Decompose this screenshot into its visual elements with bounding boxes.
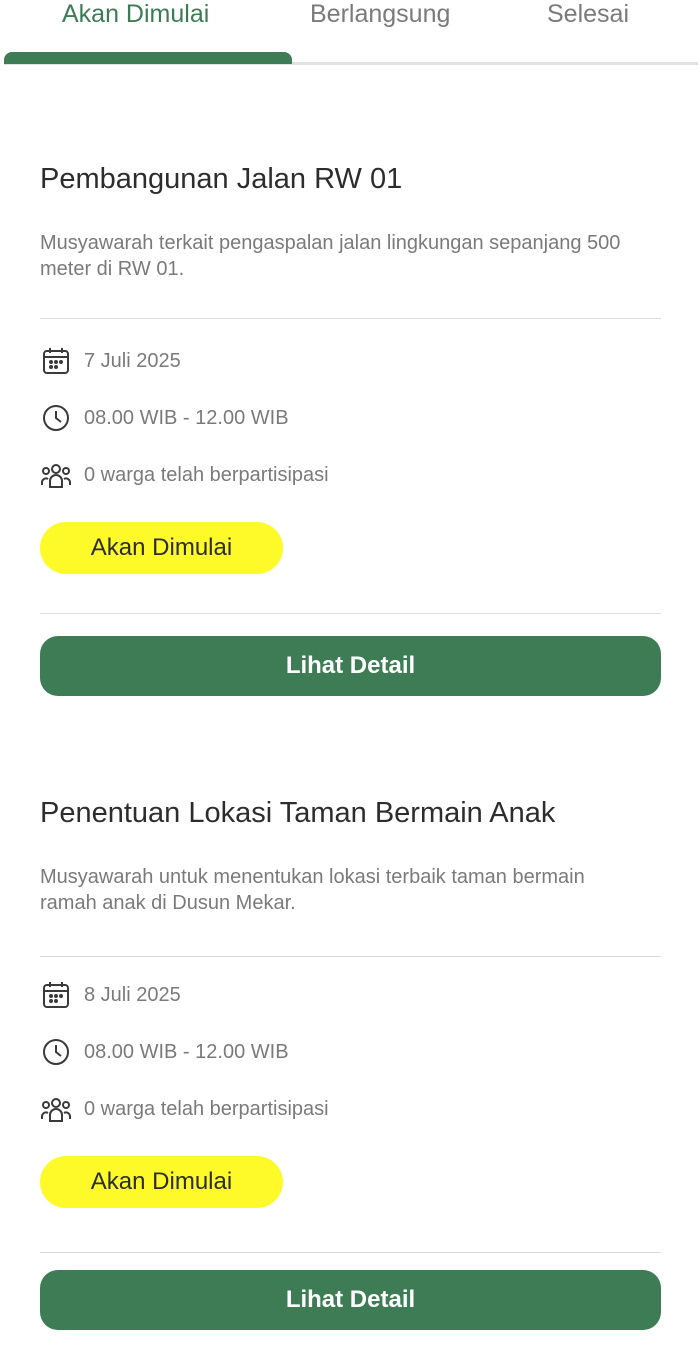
divider	[40, 956, 661, 957]
divider	[40, 613, 661, 614]
event-description: Musyawarah untuk menentukan lokasi terba…	[40, 866, 585, 914]
event-date: 8 Juli 2025	[84, 983, 181, 1006]
event-time: 08.00 WIB - 12.00 WIB	[84, 406, 289, 429]
status-badge: Akan Dimulai	[40, 522, 283, 574]
tab-berlangsung[interactable]: Berlangsung	[310, 0, 450, 34]
event-participants-row: 0 warga telah berpartisipasi	[40, 458, 329, 492]
active-tab-indicator	[4, 52, 292, 64]
participants-count: 0 warga telah berpartisipasi	[84, 1097, 329, 1120]
event-time-row: 08.00 WIB - 12.00 WIB	[40, 1035, 289, 1069]
status-badge: Akan Dimulai	[40, 1156, 283, 1208]
event-description: Musyawarah terkait pengaspalan jalan lin…	[40, 232, 621, 280]
people-icon	[40, 1093, 72, 1125]
calendar-icon	[40, 979, 72, 1011]
event-title: Penentuan Lokasi Taman Bermain Anak	[40, 797, 556, 829]
event-date-row: 7 Juli 2025	[40, 344, 181, 378]
divider	[40, 318, 661, 319]
divider	[40, 1252, 661, 1253]
tab-akan-dimulai[interactable]: Akan Dimulai	[62, 0, 209, 34]
status-tabs: Akan Dimulai Berlangsung Selesai	[0, 0, 700, 66]
event-date-row: 8 Juli 2025	[40, 978, 181, 1012]
event-time: 08.00 WIB - 12.00 WIB	[84, 1040, 289, 1063]
tab-selesai[interactable]: Selesai	[547, 0, 629, 34]
event-participants-row: 0 warga telah berpartisipasi	[40, 1092, 329, 1126]
people-icon	[40, 459, 72, 491]
event-date: 7 Juli 2025	[84, 349, 181, 372]
clock-icon	[40, 402, 72, 434]
calendar-icon	[40, 345, 72, 377]
event-time-row: 08.00 WIB - 12.00 WIB	[40, 401, 289, 435]
event-title: Pembangunan Jalan RW 01	[40, 163, 403, 195]
participants-count: 0 warga telah berpartisipasi	[84, 463, 329, 486]
view-detail-button[interactable]: Lihat Detail	[40, 636, 661, 696]
clock-icon	[40, 1036, 72, 1068]
view-detail-button[interactable]: Lihat Detail	[40, 1270, 661, 1330]
